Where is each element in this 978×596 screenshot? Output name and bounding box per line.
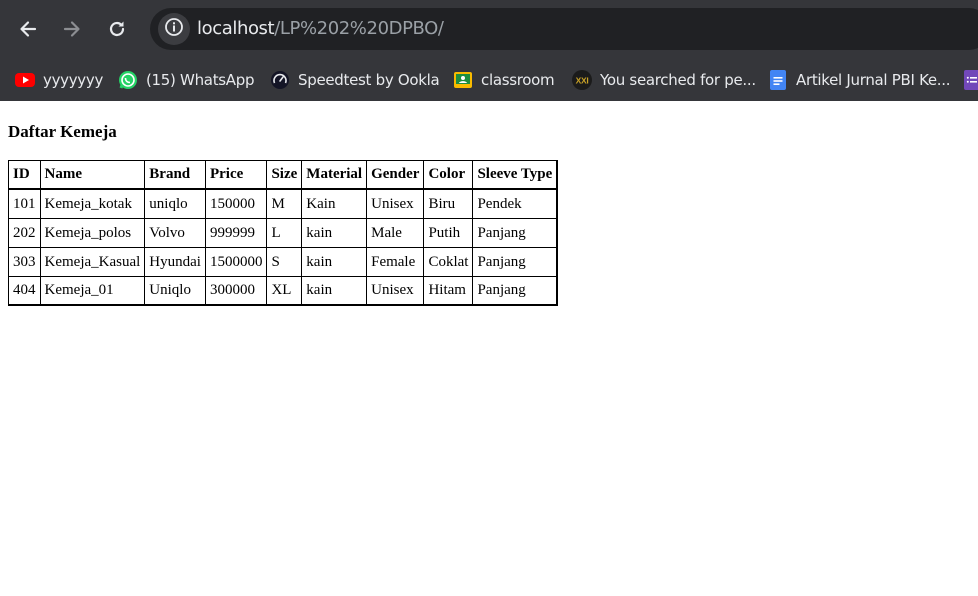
url-host: localhost <box>197 18 275 39</box>
cell-brand: Uniqlo <box>144 276 205 305</box>
reload-button[interactable] <box>100 12 134 46</box>
browser-toolbar: localhost/LP%202%20DPBO/ <box>0 0 978 58</box>
cell-price: 300000 <box>204 276 267 305</box>
table-row: 101 Kemeja_kotak uniqlo 150000 M Kain Un… <box>8 189 558 218</box>
bookmark-forms[interactable] <box>962 66 978 94</box>
cell-id: 404 <box>8 276 40 305</box>
cell-sleeve-type: Panjang <box>472 276 558 305</box>
bookmark-label: yyyyyyy <box>43 71 104 89</box>
whatsapp-icon <box>118 70 138 90</box>
bookmark-label: Speedtest by Ookla <box>298 71 440 89</box>
cell-size: XL <box>266 276 302 305</box>
cell-name: Kemeja_Kasual <box>39 247 145 276</box>
cell-name: Kemeja_polos <box>39 218 145 247</box>
bookmark-xxi[interactable]: XXI You searched for pe... <box>572 66 756 94</box>
table-row: 404 Kemeja_01 Uniqlo 300000 XL kain Unis… <box>8 276 558 305</box>
svg-text:XXI: XXI <box>576 76 589 86</box>
column-header-material: Material <box>301 160 367 189</box>
table-row: 202 Kemeja_polos Volvo 999999 L kain Mal… <box>8 218 558 247</box>
xxi-icon: XXI <box>572 70 592 90</box>
column-header-sleeve-type: Sleeve Type <box>472 160 558 189</box>
column-header-id: ID <box>8 160 40 189</box>
cell-brand: Hyundai <box>144 247 205 276</box>
cell-id: 202 <box>8 218 40 247</box>
cell-price: 1500000 <box>204 247 267 276</box>
bookmark-youtube[interactable]: yyyyyyy <box>15 66 103 94</box>
youtube-icon <box>15 70 35 90</box>
arrow-left-icon <box>18 19 38 39</box>
arrow-right-icon <box>62 19 82 39</box>
cell-brand: Volvo <box>144 218 205 247</box>
cell-name: Kemeja_kotak <box>39 189 145 218</box>
bookmark-docs[interactable]: Artikel Jurnal PBI Ke... <box>768 66 951 94</box>
site-info-button[interactable] <box>158 13 190 45</box>
column-header-price: Price <box>204 160 267 189</box>
cell-gender: Male <box>366 218 424 247</box>
cell-material: kain <box>301 247 367 276</box>
page-content: Daftar Kemeja ID Name Brand Price Size M… <box>0 101 978 596</box>
column-header-brand: Brand <box>144 160 205 189</box>
column-header-name: Name <box>39 160 145 189</box>
table-row: 303 Kemeja_Kasual Hyundai 1500000 S kain… <box>8 247 558 276</box>
column-header-color: Color <box>423 160 473 189</box>
cell-material: Kain <box>301 189 367 218</box>
cell-sleeve-type: Panjang <box>472 247 558 276</box>
bookmark-classroom[interactable]: classroom <box>453 66 555 94</box>
cell-price: 999999 <box>204 218 267 247</box>
cell-price: 150000 <box>204 189 267 218</box>
cell-sleeve-type: Pendek <box>472 189 558 218</box>
column-header-size: Size <box>266 160 302 189</box>
cell-size: S <box>266 247 302 276</box>
address-bar[interactable]: localhost/LP%202%20DPBO/ <box>150 8 978 50</box>
cell-gender: Unisex <box>366 189 424 218</box>
cell-brand: uniqlo <box>144 189 205 218</box>
cell-name: Kemeja_01 <box>39 276 145 305</box>
cell-color: Coklat <box>423 247 473 276</box>
cell-id: 101 <box>8 189 40 218</box>
forward-button[interactable] <box>55 12 89 46</box>
url-path: /LP%202%20DPBO/ <box>274 18 444 39</box>
url-text[interactable]: localhost/LP%202%20DPBO/ <box>197 18 444 40</box>
classroom-icon <box>453 70 473 90</box>
bookmarks-bar: yyyyyyy (15) WhatsApp Speedtest by Ookla… <box>0 58 978 101</box>
bookmark-label: (15) WhatsApp <box>146 71 255 89</box>
table-header-row: ID Name Brand Price Size Material Gender… <box>8 160 558 189</box>
cell-sleeve-type: Panjang <box>472 218 558 247</box>
cell-id: 303 <box>8 247 40 276</box>
page-title: Daftar Kemeja <box>8 122 117 141</box>
cell-material: kain <box>301 218 367 247</box>
bookmark-label: classroom <box>481 71 555 89</box>
shirt-table: ID Name Brand Price Size Material Gender… <box>8 160 559 306</box>
google-docs-icon <box>768 70 788 90</box>
bookmark-whatsapp[interactable]: (15) WhatsApp <box>118 66 255 94</box>
bookmark-speedtest[interactable]: Speedtest by Ookla <box>270 66 440 94</box>
cell-color: Hitam <box>423 276 473 305</box>
cell-material: kain <box>301 276 367 305</box>
cell-color: Putih <box>423 218 473 247</box>
cell-size: M <box>266 189 302 218</box>
bookmark-label: You searched for pe... <box>600 71 756 89</box>
cell-color: Biru <box>423 189 473 218</box>
cell-gender: Female <box>366 247 424 276</box>
speedtest-icon <box>270 70 290 90</box>
info-icon <box>164 17 184 42</box>
reload-icon <box>107 19 127 39</box>
cell-gender: Unisex <box>366 276 424 305</box>
column-header-gender: Gender <box>366 160 424 189</box>
google-forms-icon <box>962 70 978 90</box>
cell-size: L <box>266 218 302 247</box>
bookmark-label: Artikel Jurnal PBI Ke... <box>796 71 951 89</box>
back-button[interactable] <box>11 12 45 46</box>
